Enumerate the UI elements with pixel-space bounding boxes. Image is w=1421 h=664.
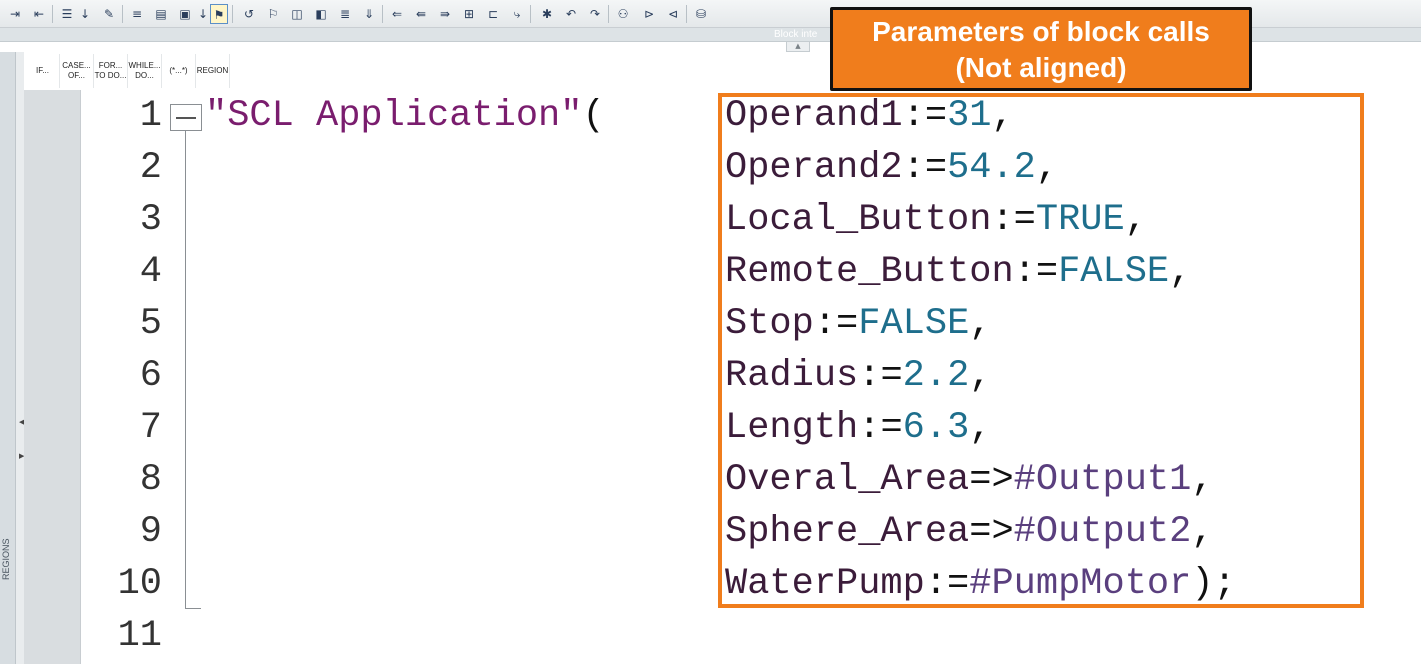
snippet-case-button[interactable]: CASE... OF... [60, 54, 94, 88]
line-number: 5 [139, 303, 162, 345]
block-call-name: "SCL Application" [205, 95, 583, 137]
delete-bookmark-icon[interactable]: ↺ [240, 4, 258, 24]
align-right-icon[interactable]: ⇛ [436, 4, 454, 24]
toolbar-separator [608, 5, 609, 23]
line-number: 7 [139, 407, 162, 449]
goto-bookmark-icon[interactable]: ⚐ [264, 4, 282, 24]
gutter-border [80, 90, 81, 664]
watch-2-icon[interactable]: ◧ [312, 4, 330, 24]
align-left-icon[interactable]: ⇚ [412, 4, 430, 24]
indent-icon[interactable]: ⇥ [6, 4, 24, 24]
view-icon[interactable]: ▤ [152, 4, 170, 24]
arrow-left-icon[interactable]: ⇐ [388, 4, 406, 24]
watch-icon[interactable]: ◫ [288, 4, 306, 24]
list-2-icon[interactable]: ≣ [336, 4, 354, 24]
annotation-subtitle: (Not aligned) [955, 52, 1127, 83]
annotation-title: Parameters of block calls [872, 16, 1210, 47]
monitor-icon[interactable]: ▣ [176, 4, 194, 24]
outdent-icon[interactable]: ⇤ [30, 4, 48, 24]
editor-gutter [24, 90, 80, 664]
line-number: 9 [139, 511, 162, 553]
toolbar-separator [232, 5, 233, 23]
bookmark-active-icon[interactable]: ⚑ [210, 4, 228, 24]
users-icon[interactable]: ⚇ [614, 4, 632, 24]
arrow-down-icon[interactable]: ⇓ [360, 4, 378, 24]
block-interface-label: Block inte [774, 29, 818, 40]
table-icon[interactable]: ⊞ [460, 4, 478, 24]
toolbar-separator [382, 5, 383, 23]
star-icon[interactable]: ✱ [538, 4, 556, 24]
fold-guide-end [185, 608, 201, 609]
step-back-icon[interactable]: ↷ [586, 4, 604, 24]
list-icon[interactable]: ≡ [128, 4, 146, 24]
snippet-if-button[interactable]: IF... [26, 54, 60, 88]
line-number: 6 [139, 355, 162, 397]
indent-2-icon[interactable]: ⊏ [484, 4, 502, 24]
snippet-for-button[interactable]: FOR... TO DO... [94, 54, 128, 88]
line-number: 8 [139, 459, 162, 501]
regions-sidebar[interactable]: REGIONS [0, 52, 16, 664]
line-number: 11 [117, 615, 162, 657]
snippet-region-button[interactable]: REGION [196, 54, 230, 88]
toolbar-separator [52, 5, 53, 23]
toolbar-separator [122, 5, 123, 23]
line-number: 4 [139, 251, 162, 293]
eraser-icon[interactable]: ✎ [100, 4, 118, 24]
line-number: 1 [139, 95, 162, 137]
line-number: 10 [117, 563, 162, 605]
collapse-region-icon[interactable] [170, 104, 202, 131]
toolbar-separator [686, 5, 687, 23]
snippet-comment-button[interactable]: (*...*) [162, 54, 196, 88]
open-paren: ( [582, 95, 605, 137]
annotation-callout: Parameters of block calls (Not aligned) [830, 7, 1252, 91]
database-icon[interactable]: ⛁ [692, 4, 710, 24]
code-line-1-prefix[interactable]: "SCL Application"( [205, 90, 605, 142]
link-icon[interactable]: ⤷ [508, 4, 526, 24]
line-number: 3 [139, 199, 162, 241]
regions-splitter[interactable] [16, 52, 24, 664]
toolbar-separator [530, 5, 531, 23]
step-icon[interactable]: ↶ [562, 4, 580, 24]
download-icon[interactable]: ↓ [76, 4, 94, 24]
compare-icon[interactable]: ⊳ [640, 4, 658, 24]
insert-comment-icon[interactable]: ☰ [58, 4, 76, 24]
splitter-grip-icon[interactable]: ▲ [786, 42, 810, 52]
snippet-toolbar: IF... CASE... OF... FOR... TO DO... WHIL… [26, 54, 230, 88]
compare-2-icon[interactable]: ⊲ [664, 4, 682, 24]
fold-guide [185, 131, 186, 609]
snippet-while-button[interactable]: WHILE... DO... [128, 54, 162, 88]
regions-label: REGIONS [1, 538, 11, 580]
parameters-highlight-box [718, 93, 1364, 608]
line-number: 2 [139, 147, 162, 189]
